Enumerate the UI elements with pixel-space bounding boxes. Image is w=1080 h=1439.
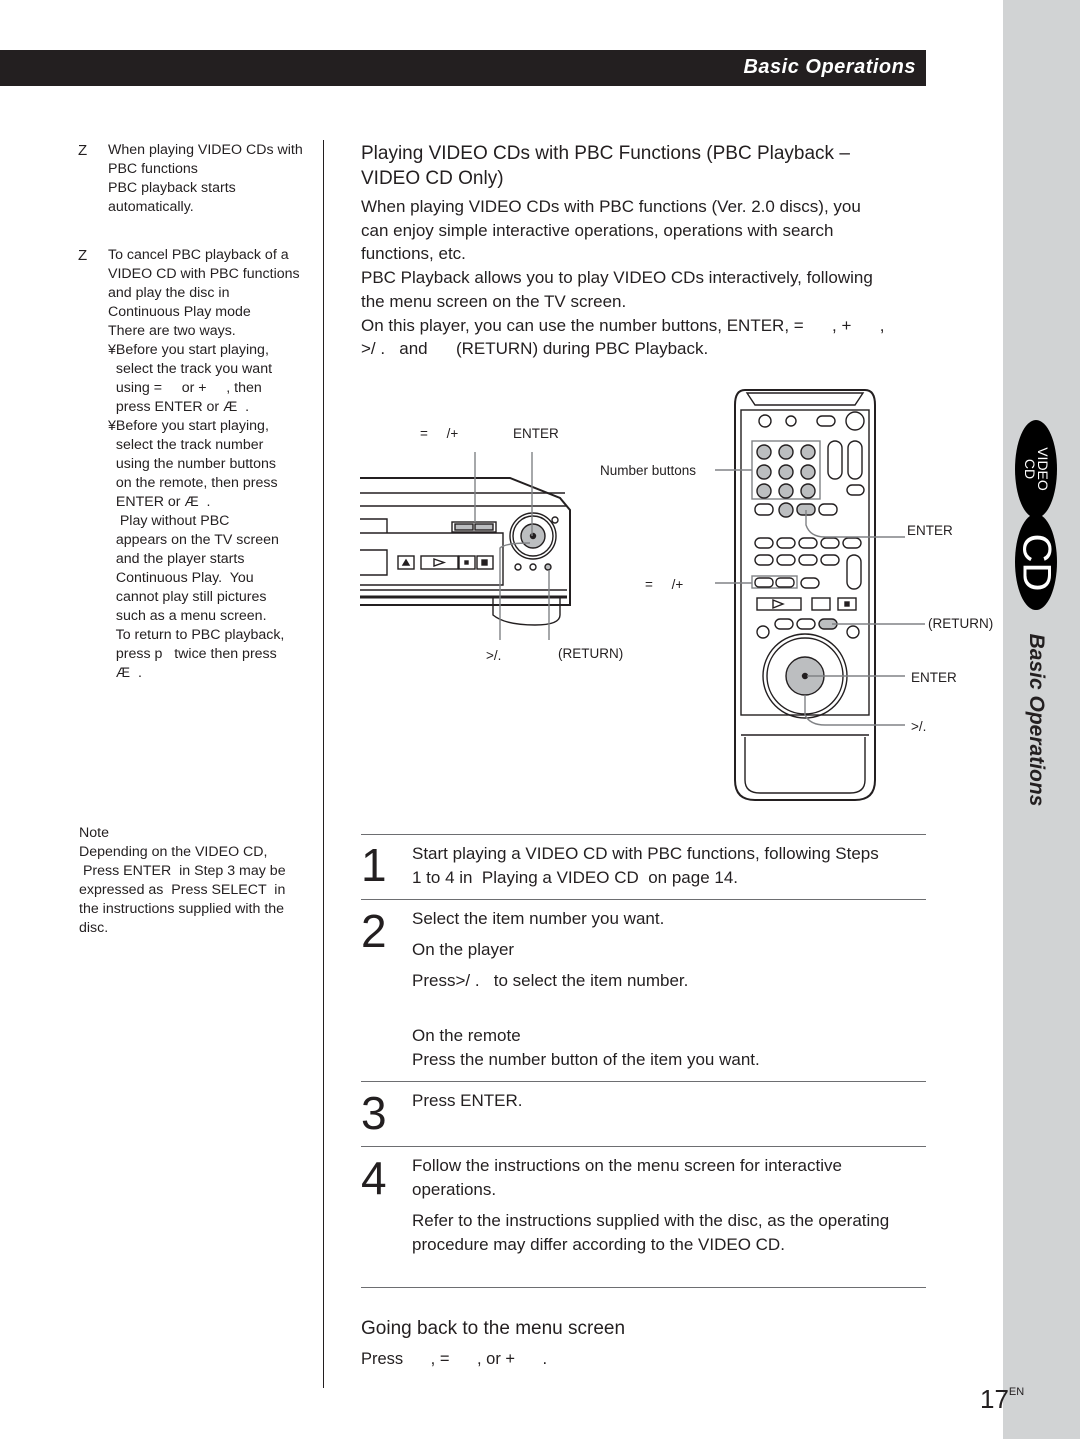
step-2-remote-heading: On the remote	[412, 1026, 521, 1045]
cd-player-illustration	[360, 477, 571, 626]
step-line: procedure may differ according to the VI…	[412, 1235, 785, 1254]
tip-line: Play without PBC	[108, 513, 230, 529]
label-player-return: (RETURN)	[558, 646, 624, 661]
label-player-jog: >/.	[486, 648, 502, 663]
label-remote-jog: >/.	[911, 719, 927, 734]
section-header-title: Basic Operations	[743, 56, 916, 78]
tip-line: and the player starts	[108, 551, 245, 567]
label-remote-enter-jog: ENTER	[911, 670, 957, 685]
cd-badge: CD	[1015, 514, 1059, 610]
tip-line: and play the disc in	[108, 285, 230, 301]
tip-method-2: ¥Before you start playing, select the tr…	[108, 417, 323, 683]
tip-line: ¥Before you start playing,	[108, 342, 269, 358]
tip-line: appears on the TV screen	[108, 532, 279, 548]
tip-line: press p twice then press	[108, 646, 277, 662]
label-player-prev-next: = /+	[420, 426, 459, 441]
column-divider	[323, 140, 324, 1388]
tip-line: PBC playback starts	[108, 180, 236, 196]
label-remote-enter-top: ENTER	[907, 523, 953, 538]
step-number: 1	[361, 839, 387, 891]
page-title-line: Playing VIDEO CDs with PBC Functions (PB…	[361, 143, 850, 164]
step-3-text: Press ENTER.	[412, 1089, 932, 1113]
step-divider	[361, 1081, 926, 1082]
tip-line: using = or + , then	[108, 380, 262, 396]
step-line: Press ENTER.	[412, 1091, 523, 1110]
step-line: operations.	[412, 1180, 497, 1199]
tip-line: VIDEO CD with PBC functions	[108, 266, 300, 282]
intro-line: the menu screen on the TV screen.	[361, 291, 627, 311]
tip-line: select the track you want	[108, 361, 273, 377]
step-2-remote-text: Press the number button of the item you …	[412, 1050, 760, 1069]
step-divider	[361, 899, 926, 900]
step-line: Start playing a VIDEO CD with PBC functi…	[412, 844, 879, 863]
step-1-text: Start playing a VIDEO CD with PBC functi…	[412, 842, 932, 890]
tip-line: on the remote, then press	[108, 475, 278, 491]
tip-line: To return to PBC playback,	[108, 627, 285, 643]
label-remote-return: (RETURN)	[928, 616, 994, 631]
controls-diagram: = /+ ENTER >/. (RETURN) Number buttons E…	[355, 385, 1005, 805]
tip-line: Continuous Play. You	[108, 570, 254, 586]
label-remote-prev-next: = /+	[645, 577, 684, 592]
going-back-text: Press , = , or + .	[361, 1350, 548, 1368]
step-number: 4	[361, 1152, 387, 1204]
tip-bullet: Z	[78, 142, 88, 159]
intro-line: can enjoy simple interactive operations,…	[361, 220, 834, 240]
tip-line: press ENTER or Æ .	[108, 399, 250, 415]
note-line: Press ENTER in Step 3 may be	[79, 863, 286, 879]
intro-line: On this player, you can use the number b…	[361, 315, 885, 335]
step-2-player-text: Press>/ . to select the item number.	[412, 971, 689, 990]
tip-line: Æ .	[108, 665, 142, 681]
tip-line: such as a menu screen.	[108, 608, 267, 624]
note-line: disc.	[79, 920, 109, 936]
tip-line: ENTER or Æ .	[108, 494, 211, 510]
page-title-line: VIDEO CD Only)	[361, 168, 504, 189]
step-line: 1 to 4 in Playing a VIDEO CD on page 14.	[412, 868, 739, 887]
step-number: 3	[361, 1087, 387, 1139]
remote-control-illustration	[734, 389, 876, 801]
diagram-illustration	[360, 389, 925, 801]
tip-line: using the number buttons	[108, 456, 276, 472]
tip-line: automatically.	[108, 199, 194, 215]
note-line: expressed as Press SELECT in	[79, 882, 286, 898]
tip-method-1: ¥Before you start playing, select the tr…	[108, 341, 323, 417]
step-line: Select the item number you want.	[412, 909, 665, 928]
step-divider	[361, 834, 926, 835]
label-player-enter: ENTER	[513, 426, 559, 441]
label-number-buttons: Number buttons	[600, 463, 697, 478]
page-number: 17EN	[980, 1384, 1025, 1414]
step-divider	[361, 1146, 926, 1147]
note-box: Note Depending on the VIDEO CD, Press EN…	[79, 824, 319, 938]
step-2-player-heading: On the player	[412, 940, 515, 959]
video-cd-badge: VIDEO CD	[1015, 420, 1057, 518]
intro-paragraph: When playing VIDEO CDs with PBC function…	[361, 195, 931, 361]
step-line: Refer to the instructions supplied with …	[412, 1211, 890, 1230]
section-divider	[361, 1287, 926, 1288]
tip-line: select the track number	[108, 437, 264, 453]
intro-line: When playing VIDEO CDs with PBC function…	[361, 197, 861, 216]
going-back-heading: Going back to the menu screen	[361, 1318, 626, 1339]
side-tab-label: Basic Operations	[1025, 633, 1048, 807]
step-number: 2	[361, 905, 387, 957]
tip-line: To cancel PBC playback of a	[108, 247, 289, 263]
step-line: Follow the instructions on the menu scre…	[412, 1156, 842, 1175]
tip-line: When playing VIDEO CDs with	[108, 142, 303, 158]
intro-line: >/ . and (RETURN) during PBC Playback.	[361, 339, 709, 359]
intro-line: functions, etc.	[361, 244, 466, 264]
note-line: Depending on the VIDEO CD,	[79, 844, 268, 860]
tip-line: ¥Before you start playing,	[108, 418, 269, 434]
tip-bullet: Z	[78, 247, 88, 264]
tip-line: PBC functions	[108, 161, 198, 177]
note-title: Note	[79, 825, 109, 841]
page-title: Playing VIDEO CDs with PBC Functions (PB…	[361, 141, 921, 191]
tip-line: Continuous Play mode	[108, 304, 251, 320]
intro-line: PBC Playback allows you to play VIDEO CD…	[361, 268, 873, 288]
section-header-bar: Basic Operations	[0, 50, 926, 86]
tip-line: There are two ways.	[108, 323, 236, 339]
tip-line: cannot play still pictures	[108, 589, 267, 605]
note-line: the instructions supplied with the	[79, 901, 285, 917]
step-4-text: Follow the instructions on the menu scre…	[412, 1154, 932, 1257]
step-2-text: Select the item number you want. On the …	[412, 907, 932, 1072]
